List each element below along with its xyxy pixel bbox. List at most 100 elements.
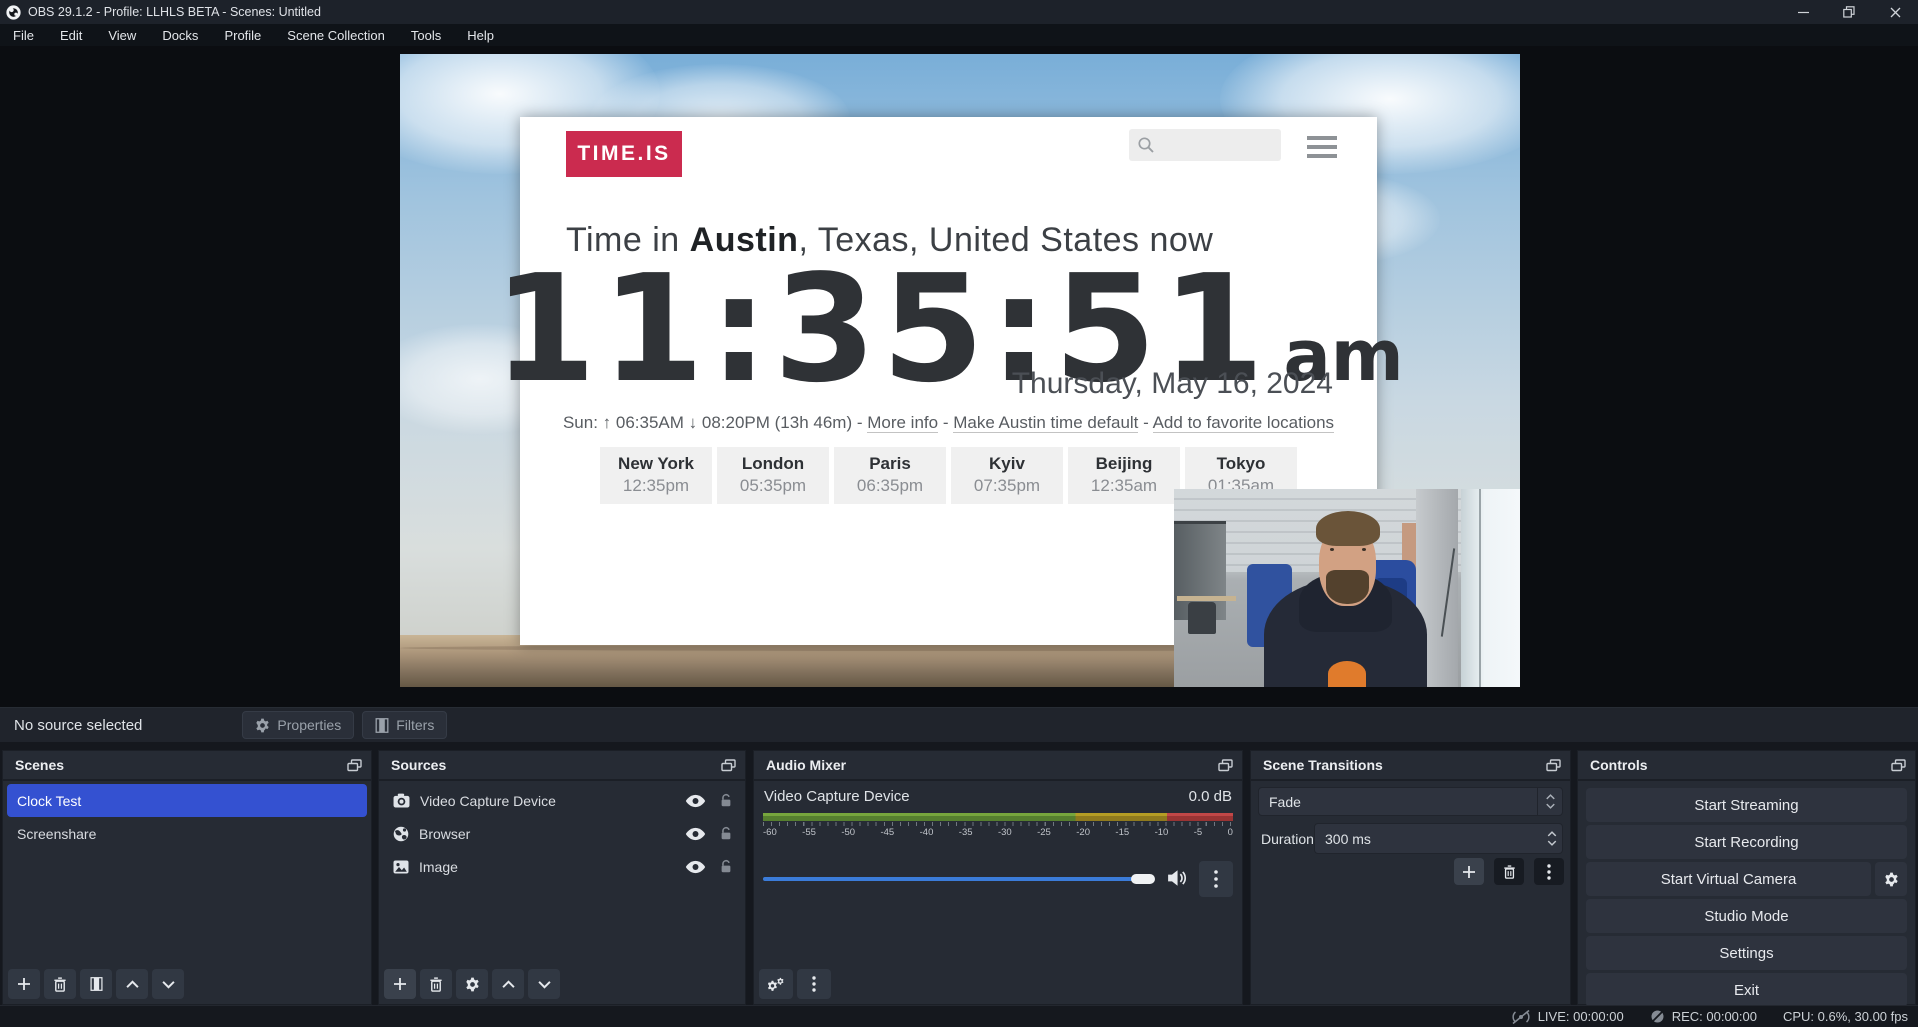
popout-icon[interactable] — [721, 759, 736, 772]
timeis-sun-line: Sun: ↑ 06:35AM ↓ 08:20PM (13h 46m) - Mor… — [520, 413, 1377, 433]
gear-icon — [1884, 872, 1899, 887]
scene-item-screenshare[interactable]: Screenshare — [7, 817, 367, 850]
gear-icon — [255, 718, 270, 733]
remove-source-button[interactable] — [420, 969, 452, 999]
obs-window: OBS 29.1.2 - Profile: LLHLS BETA - Scene… — [0, 0, 1918, 1027]
sources-toolbar — [384, 969, 560, 999]
volume-meter: -60-55-50-45-40-35-30-25-20-15-10-50 — [763, 813, 1233, 838]
start-virtual-camera-button[interactable]: Start Virtual Camera — [1586, 862, 1871, 896]
filters-button[interactable]: Filters — [362, 711, 447, 739]
city-card: London05:35pm — [717, 447, 829, 504]
move-scene-down-button[interactable] — [152, 969, 184, 999]
menu-help[interactable]: Help — [454, 24, 507, 46]
studio-mode-button[interactable]: Studio Mode — [1586, 899, 1907, 933]
menu-file[interactable]: File — [0, 24, 47, 46]
obs-logo-icon — [6, 5, 21, 20]
remove-scene-button[interactable] — [44, 969, 76, 999]
menu-bar: File Edit View Docks Profile Scene Colle… — [0, 24, 1918, 46]
scene-transitions-panel: Scene Transitions Fade Duration 300 ms — [1250, 750, 1571, 1005]
dots-vertical-icon — [1214, 870, 1218, 888]
move-source-up-button[interactable] — [492, 969, 524, 999]
scene-transitions-title: Scene Transitions — [1263, 757, 1383, 773]
volume-slider-row — [763, 859, 1233, 899]
filters-icon — [90, 977, 103, 991]
double-gear-icon — [767, 977, 785, 992]
favorite-link: Add to favorite locations — [1153, 413, 1334, 433]
add-scene-button[interactable] — [8, 969, 40, 999]
mixer-channel-menu-button[interactable] — [1199, 861, 1233, 897]
volume-slider[interactable] — [763, 877, 1153, 881]
transition-buttons — [1454, 858, 1564, 885]
menu-scene-collection[interactable]: Scene Collection — [274, 24, 398, 46]
popout-icon[interactable] — [1218, 759, 1233, 772]
transition-properties-button[interactable] — [1534, 858, 1564, 885]
menu-profile[interactable]: Profile — [211, 24, 274, 46]
volume-slider-handle[interactable] — [1131, 874, 1155, 884]
timeis-logo: TIME.IS — [566, 131, 682, 177]
advanced-audio-button[interactable] — [759, 969, 793, 999]
timeis-date: Thursday, May 16, 2024 — [1012, 367, 1333, 401]
move-source-down-button[interactable] — [528, 969, 560, 999]
trash-icon — [1503, 865, 1516, 879]
separator: - — [938, 413, 953, 432]
source-item-image[interactable]: Image — [383, 850, 741, 883]
scene-filters-button[interactable] — [80, 969, 112, 999]
duration-input[interactable]: 300 ms — [1314, 823, 1563, 854]
source-properties-button[interactable] — [456, 969, 488, 999]
start-recording-button[interactable]: Start Recording — [1586, 825, 1907, 859]
exit-button[interactable]: Exit — [1586, 973, 1907, 1007]
minimize-button[interactable] — [1780, 0, 1826, 24]
add-source-button[interactable] — [384, 969, 416, 999]
unlock-icon[interactable] — [719, 859, 733, 874]
dots-vertical-icon — [1547, 864, 1551, 880]
eye-visible-icon[interactable] — [685, 794, 706, 808]
controls-panel: Controls Start Streaming Start Recording… — [1577, 750, 1916, 1005]
remove-transition-button[interactable] — [1494, 858, 1524, 885]
menu-view[interactable]: View — [95, 24, 149, 46]
chevron-up-icon — [1547, 831, 1557, 837]
move-scene-up-button[interactable] — [116, 969, 148, 999]
source-item-browser[interactable]: Browser — [383, 817, 741, 850]
popout-icon[interactable] — [1546, 759, 1561, 772]
properties-button[interactable]: Properties — [242, 711, 354, 739]
program-canvas[interactable]: TIME.IS Time in Austin, Texas, United St… — [400, 54, 1520, 687]
sun-times: Sun: ↑ 06:35AM ↓ 08:20PM (13h 46m) — [563, 413, 852, 432]
source-toolbar: No source selected Properties Filters — [0, 707, 1918, 742]
camera-icon — [393, 793, 410, 808]
close-button[interactable] — [1872, 0, 1918, 24]
city-card: Kyiv07:35pm — [951, 447, 1063, 504]
chevron-down-icon — [1547, 840, 1557, 846]
menu-tools[interactable]: Tools — [398, 24, 454, 46]
start-streaming-button[interactable]: Start Streaming — [1586, 788, 1907, 822]
menu-docks[interactable]: Docks — [149, 24, 211, 46]
chevron-up-icon — [502, 980, 515, 989]
scene-item-clock-test[interactable]: Clock Test — [7, 784, 367, 817]
duration-spinner[interactable] — [1547, 824, 1557, 853]
source-item-video-capture[interactable]: Video Capture Device — [383, 784, 741, 817]
hamburger-menu-icon — [1307, 136, 1337, 163]
broadcast-off-icon — [1511, 1010, 1531, 1024]
settings-button[interactable]: Settings — [1586, 936, 1907, 970]
eye-visible-icon[interactable] — [685, 860, 706, 874]
more-info-link: More info — [867, 413, 938, 433]
make-default-link: Make Austin time default — [953, 413, 1138, 433]
unlock-icon[interactable] — [719, 793, 733, 808]
popout-icon[interactable] — [347, 759, 362, 772]
live-status: LIVE: 00:00:00 — [1511, 1009, 1624, 1024]
timeis-search-box — [1129, 129, 1281, 161]
mixer-menu-button[interactable] — [797, 969, 831, 999]
add-transition-button[interactable] — [1454, 858, 1484, 885]
unlock-icon[interactable] — [719, 826, 733, 841]
speaker-icon[interactable] — [1167, 869, 1187, 887]
virtual-camera-config-button[interactable] — [1875, 862, 1907, 896]
search-icon — [1137, 136, 1155, 154]
plus-icon — [17, 977, 31, 991]
maximize-button[interactable] — [1826, 0, 1872, 24]
menu-edit[interactable]: Edit — [47, 24, 95, 46]
transition-select[interactable]: Fade — [1258, 787, 1563, 816]
sources-title: Sources — [391, 757, 446, 773]
eye-visible-icon[interactable] — [685, 827, 706, 841]
sources-panel: Sources Video Capture Device — [378, 750, 746, 1005]
mixer-toolbar — [759, 969, 831, 999]
popout-icon[interactable] — [1891, 759, 1906, 772]
